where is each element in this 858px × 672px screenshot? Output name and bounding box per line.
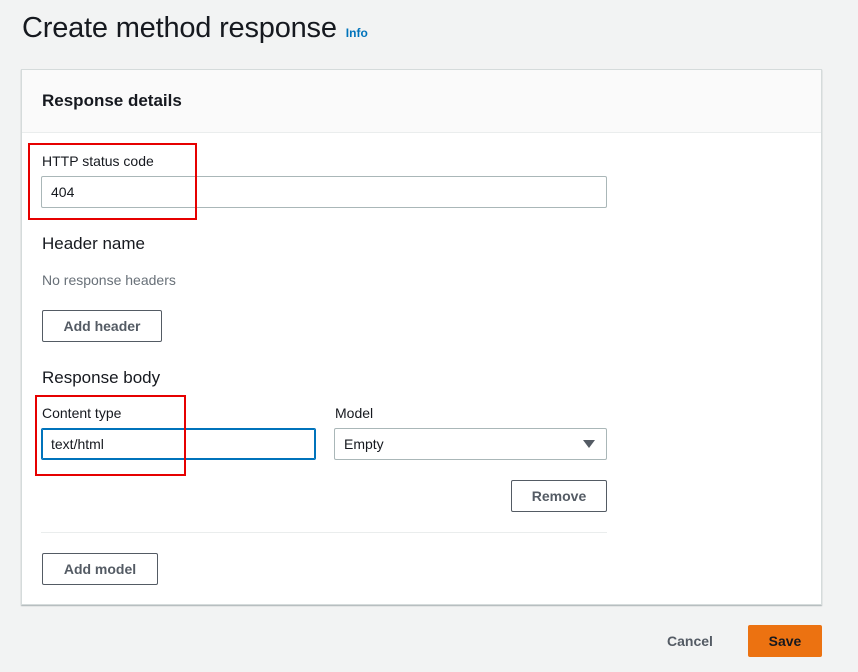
cancel-button[interactable]: Cancel — [667, 633, 713, 649]
add-model-button[interactable]: Add model — [42, 553, 158, 585]
status-code-label: HTTP status code — [42, 153, 154, 169]
info-link[interactable]: Info — [346, 26, 368, 40]
divider — [41, 532, 607, 533]
no-headers-text: No response headers — [42, 272, 176, 288]
page-title: Create method response — [22, 12, 337, 44]
model-label: Model — [335, 405, 374, 421]
panel-title: Response details — [42, 91, 182, 110]
caret-down-icon — [583, 440, 595, 448]
content-type-input[interactable] — [41, 428, 316, 460]
header-name-heading: Header name — [42, 234, 146, 253]
remove-button[interactable]: Remove — [511, 480, 607, 512]
content-type-label: Content type — [42, 405, 122, 421]
add-header-button[interactable]: Add header — [42, 310, 162, 342]
response-details-panel: Response details HTTP status code Header… — [21, 69, 822, 605]
status-code-input[interactable] — [41, 176, 607, 208]
response-body-heading: Response body — [42, 368, 161, 387]
model-select[interactable]: Empty — [334, 428, 607, 460]
save-button[interactable]: Save — [748, 625, 822, 657]
panel-header: Response details — [22, 70, 821, 133]
page-header: Create method response Info — [22, 12, 368, 45]
model-select-value: Empty — [344, 436, 384, 452]
